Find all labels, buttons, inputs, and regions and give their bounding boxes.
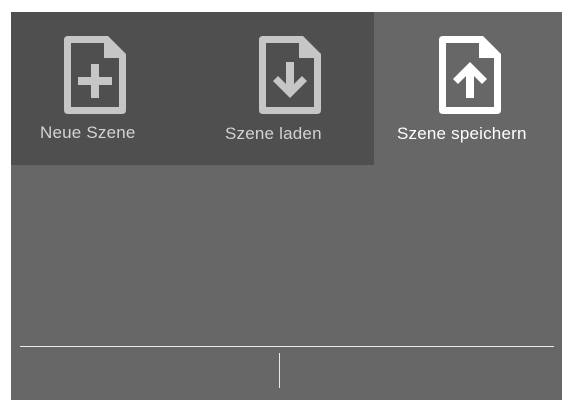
file-upload-icon bbox=[439, 36, 501, 114]
file-download-icon bbox=[259, 36, 321, 114]
footer-divider bbox=[20, 346, 554, 347]
tab-save-scene[interactable]: Szene speichern bbox=[374, 12, 562, 165]
tab-new-scene[interactable]: Neue Szene bbox=[11, 12, 193, 165]
tab-label: Neue Szene bbox=[40, 123, 136, 142]
scene-tab-bar: Neue Szene Szene laden Szene speichern bbox=[11, 12, 562, 165]
footer-left-button[interactable] bbox=[11, 348, 279, 400]
scene-panel: Neue Szene Szene laden Szene speichern bbox=[11, 12, 562, 400]
tab-label: Szene speichern bbox=[397, 124, 527, 143]
file-plus-icon bbox=[64, 36, 126, 114]
tab-load-scene[interactable]: Szene laden bbox=[193, 12, 374, 165]
tab-label: Szene laden bbox=[225, 124, 322, 143]
footer-right-button[interactable] bbox=[280, 348, 562, 400]
